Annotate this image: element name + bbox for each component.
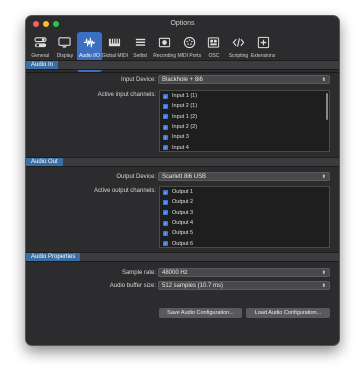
channel-label: Output 5 — [172, 230, 194, 237]
sample-rate-select[interactable]: 48000 Hz ⬍ — [158, 268, 330, 277]
channel-label: Output 2 — [172, 199, 194, 206]
tab-label: Recording — [153, 53, 177, 59]
audio-in-section-header: Audio In — [26, 60, 339, 70]
traffic-lights — [33, 21, 59, 27]
tab-label: Extensions — [250, 53, 276, 59]
input-device-label: Input Device: — [120, 77, 156, 83]
sample-rate-value: 48000 Hz — [162, 270, 188, 276]
audio-out-title: Audio Out — [26, 158, 63, 166]
tab-label: Audio I/O — [79, 53, 100, 59]
list-item[interactable]: ✓ Output 2 — [160, 197, 329, 207]
channel-label: Output 4 — [172, 220, 194, 227]
waveform-icon — [83, 37, 96, 48]
tab-label: General — [31, 53, 50, 59]
checkbox-checked-icon[interactable]: ✓ — [163, 230, 168, 236]
piano-icon — [109, 38, 121, 47]
tab-label: Display — [56, 53, 74, 59]
list-item[interactable]: ✓ Output 3 — [160, 208, 329, 218]
input-channels-list[interactable]: ✓ Input 1 (1) ✓ Input 2 (1) ✓ Input 1 (2) ✓… — [159, 90, 330, 152]
osc-icon — [208, 37, 220, 48]
minimize-window-button[interactable] — [43, 21, 49, 27]
save-audio-config-button[interactable]: Save Audio Configuration... — [159, 308, 242, 318]
checkbox-checked-icon[interactable]: ✓ — [163, 199, 168, 205]
tab-label: OSC — [208, 53, 220, 59]
list-icon — [135, 38, 145, 46]
list-item[interactable]: ✓ Output 1 — [160, 187, 329, 197]
checkbox-checked-icon[interactable]: ✓ — [163, 103, 168, 109]
audio-properties-section-header: Audio Properties — [26, 252, 339, 262]
channel-label: Input 1 (1) — [172, 93, 198, 100]
input-list-scrollbar[interactable] — [326, 93, 328, 120]
active-output-channels-label: Active output channels: — [93, 188, 156, 194]
audio-properties-title: Audio Properties — [26, 253, 81, 261]
tab-label: Global MIDI — [101, 53, 128, 59]
tab-label: MIDI Ports — [177, 53, 202, 59]
list-item[interactable]: ✓ Output 6 — [160, 238, 329, 247]
checkbox-checked-icon[interactable]: ✓ — [163, 210, 168, 216]
buffer-size-value: 512 samples (10.7 ms) — [162, 283, 224, 289]
channel-label: Input 2 (1) — [172, 103, 198, 110]
chevron-updown-icon: ⬍ — [321, 174, 326, 180]
checkbox-checked-icon[interactable]: ✓ — [163, 93, 168, 99]
list-item[interactable]: ✓ Input 1 (2) — [160, 112, 329, 122]
plus-icon — [257, 36, 269, 49]
output-device-select[interactable]: Scarlett 8i6 USB ⬍ — [158, 172, 330, 181]
load-audio-config-button[interactable]: Load Audio Configuration... — [246, 308, 330, 318]
code-icon — [232, 38, 245, 47]
list-item[interactable]: ✓ Input 2 (2) — [160, 122, 329, 132]
input-device-value: Blackhole + 8i6 — [162, 77, 203, 83]
checkbox-checked-icon[interactable]: ✓ — [163, 114, 168, 120]
chevron-updown-icon: ⬍ — [321, 77, 326, 83]
chevron-updown-icon: ⬍ — [321, 283, 326, 289]
audio-in-title: Audio In — [26, 61, 59, 69]
window-title: Options — [170, 20, 195, 27]
title-bar: Options — [26, 16, 339, 32]
channel-label: Input 1 (2) — [172, 113, 198, 120]
input-device-select[interactable]: Blackhole + 8i6 ⬍ — [158, 75, 330, 84]
channel-label: Output 1 — [172, 189, 194, 196]
audio-out-section-header: Audio Out — [26, 157, 339, 167]
list-item[interactable]: ✓ Output 4 — [160, 218, 329, 228]
list-item[interactable]: ✓ Input 4 — [160, 142, 329, 151]
checkbox-checked-icon[interactable]: ✓ — [163, 220, 168, 226]
checkbox-checked-icon[interactable]: ✓ — [163, 145, 168, 151]
zoom-window-button[interactable] — [53, 21, 59, 27]
channel-label: Output 6 — [172, 240, 194, 247]
channel-label: Output 3 — [172, 209, 194, 216]
close-window-button[interactable] — [33, 21, 39, 27]
checkbox-checked-icon[interactable]: ✓ — [163, 134, 168, 140]
toggle-icon — [34, 37, 47, 48]
options-window: Options General Display Audio I/O Global… — [25, 15, 340, 346]
buffer-size-label: Audio buffer size: — [109, 283, 156, 289]
checkbox-checked-icon[interactable]: ✓ — [163, 189, 168, 195]
channel-label: Input 3 — [172, 134, 189, 141]
output-device-value: Scarlett 8i6 USB — [162, 174, 207, 180]
chevron-updown-icon: ⬍ — [321, 270, 326, 276]
active-input-channels-label: Active input channels: — [97, 92, 156, 98]
list-item[interactable]: ✓ Output 5 — [160, 228, 329, 238]
monitor-icon — [58, 37, 72, 48]
tab-label: Scripting — [228, 53, 249, 59]
sample-rate-label: Sample rate: — [121, 270, 156, 276]
record-icon — [159, 37, 171, 48]
tab-label: Setlist — [133, 53, 147, 59]
checkbox-checked-icon[interactable]: ✓ — [163, 124, 168, 130]
channel-label: Input 4 — [172, 144, 189, 151]
list-item[interactable]: ✓ Input 2 (1) — [160, 101, 329, 111]
list-item[interactable]: ✓ Input 1 (1) — [160, 91, 329, 101]
output-device-label: Output Device: — [116, 174, 156, 180]
list-item[interactable]: ✓ Input 3 — [160, 132, 329, 142]
buffer-size-select[interactable]: 512 samples (10.7 ms) ⬍ — [158, 281, 330, 290]
checkbox-checked-icon[interactable]: ✓ — [163, 241, 168, 247]
output-channels-list[interactable]: ✓ Output 1 ✓ Output 2 ✓ Output 3 ✓ Output 4 … — [159, 186, 330, 248]
channel-label: Input 2 (2) — [172, 124, 198, 131]
midi-port-icon — [183, 36, 195, 49]
